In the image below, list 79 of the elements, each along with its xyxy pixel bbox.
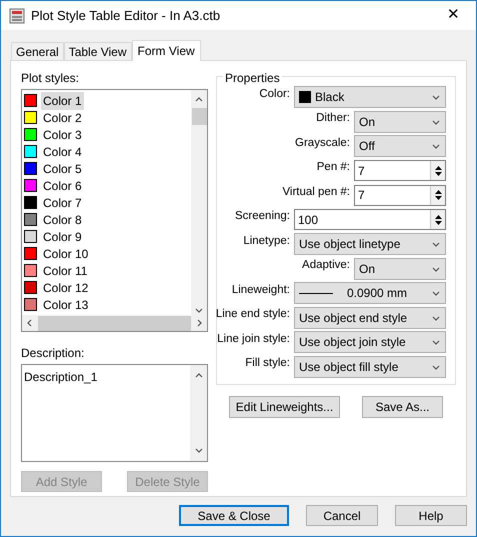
spin-buttons[interactable] [430, 161, 445, 180]
field-label: Color: [259, 86, 290, 102]
scroll-thumb[interactable] [38, 316, 191, 330]
dropdown[interactable]: Black [294, 86, 446, 108]
plot-style-item[interactable]: Color 13 [41, 296, 90, 314]
tab[interactable]: Table View [64, 42, 132, 60]
plot-style-item[interactable]: Color 5 [41, 160, 84, 178]
description-text: Description_1 [23, 369, 98, 386]
dialog-button[interactable]: Save & Close [179, 505, 289, 526]
description-field[interactable]: Description_1 [21, 364, 208, 462]
dropdown-value: Use object join style [299, 334, 407, 352]
arrow-down-icon [434, 196, 442, 200]
plot-style-item[interactable]: Color 6 [41, 176, 84, 194]
tab[interactable]: General [11, 42, 64, 60]
arrow-down-icon [434, 220, 442, 225]
plot-style-item[interactable]: Color 4 [41, 142, 84, 160]
number-field[interactable]: 7 [354, 184, 446, 206]
plot-style-item[interactable]: Color 3 [41, 126, 84, 144]
dialog-button[interactable]: Help [395, 505, 467, 526]
field-label: Line join style: [217, 332, 290, 347]
arrow-up-icon [434, 214, 442, 219]
tab[interactable]: Form View [132, 40, 201, 61]
number-value: 100 [297, 212, 320, 229]
vertical-scrollbar[interactable] [191, 90, 207, 315]
field-label: Fill style: [245, 356, 290, 372]
plot-style-item[interactable]: Color 1 [41, 92, 84, 110]
number-value: 7 [357, 187, 366, 204]
field-label: Adaptive: [302, 258, 350, 274]
spin-buttons[interactable] [430, 186, 445, 205]
window-title: Plot Style Table Editor - In A3.ctb [31, 6, 222, 25]
dropdown[interactable]: Use object end style [294, 306, 446, 329]
number-value: 7 [357, 162, 366, 180]
scroll-thumb[interactable] [192, 108, 206, 125]
dropdown-value: On [359, 260, 376, 278]
field-label: Dither: [316, 111, 350, 126]
arrow-up-icon [434, 166, 442, 170]
dropdown[interactable]: 0.0900 mm [294, 282, 446, 304]
dropdown[interactable]: Use object join style [294, 331, 446, 354]
number-field[interactable]: 100 [294, 209, 446, 230]
field-label: Line end style: [216, 307, 290, 322]
plot-style-item[interactable]: Color 2 [41, 108, 84, 126]
close-button[interactable]: ✕ [431, 1, 476, 30]
line-sample-icon [299, 292, 333, 294]
plot-style-item[interactable]: Color 8 [41, 210, 84, 228]
arrow-down-icon [434, 172, 442, 176]
action-button[interactable]: Edit Lineweights... [229, 396, 340, 418]
spin-buttons[interactable] [430, 210, 445, 230]
dropdown-value: Use object end style [299, 310, 408, 327]
dropdown-value: Use object linetype [299, 236, 402, 254]
number-field[interactable]: 7 [354, 160, 446, 182]
plot-style-item[interactable]: Color 9 [41, 228, 84, 246]
arrow-up-icon [434, 190, 442, 194]
field-label: Screening: [235, 209, 290, 224]
field-label: Grayscale: [295, 136, 350, 151]
field-label: Linetype: [243, 234, 290, 249]
field-label: Pen #: [316, 160, 350, 176]
dropdown-value: Black [315, 89, 346, 106]
plot-style-item[interactable]: Color 10 [41, 244, 90, 262]
field-label: Virtual pen #: [282, 184, 350, 200]
dropdown-value: Off [359, 138, 376, 156]
dropdown[interactable]: On [354, 258, 446, 280]
plot-style-item[interactable]: Color 7 [41, 194, 84, 212]
action-button[interactable]: Save As... [362, 396, 443, 418]
section-label: Plot styles: [21, 70, 80, 87]
dropdown[interactable]: On [354, 110, 446, 133]
vertical-scrollbar[interactable] [190, 365, 207, 461]
dialog-button[interactable]: Cancel [306, 505, 378, 526]
field-label: Lineweight: [232, 282, 290, 298]
plot-style-item[interactable]: Color 11 [41, 262, 90, 280]
horizontal-scrollbar[interactable] [22, 315, 207, 331]
dropdown-value: Use object fill style [299, 358, 400, 376]
dropdown-value: On [359, 114, 376, 131]
table-editor-icon [9, 8, 25, 24]
plot-style-item[interactable]: Color 12 [41, 278, 90, 296]
dropdown-value: 0.0900 mm [347, 285, 408, 302]
dropdown[interactable]: Off [354, 135, 446, 158]
section-label: Description: [21, 345, 86, 362]
dropdown[interactable]: Use object linetype [294, 233, 446, 256]
dropdown[interactable]: Use object fill style [294, 356, 446, 378]
